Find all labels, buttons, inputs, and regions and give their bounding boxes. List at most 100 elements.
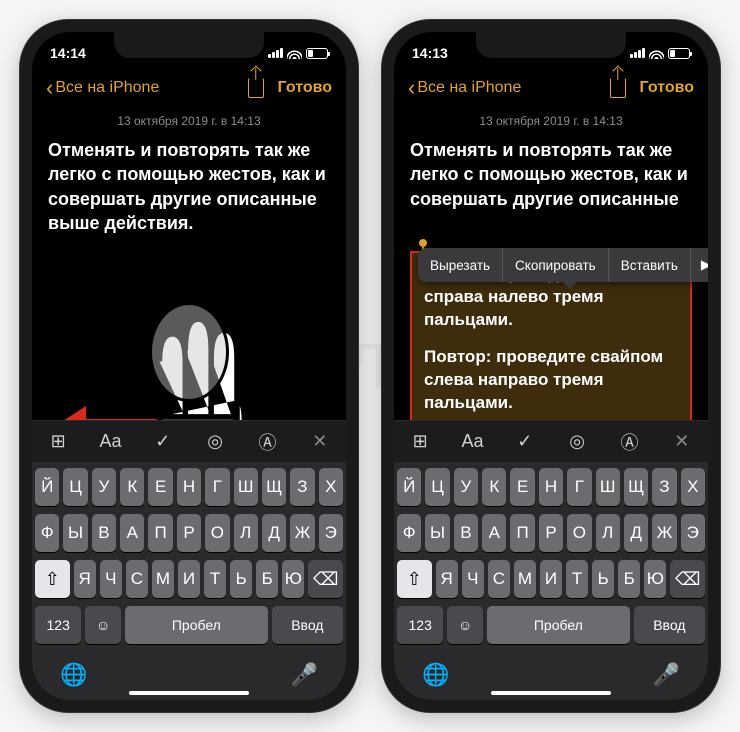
key-Ж[interactable]: Ж <box>290 514 314 552</box>
key-А[interactable]: А <box>120 514 144 552</box>
shift-key[interactable]: ⇧ <box>397 560 432 598</box>
key-С[interactable]: С <box>488 560 510 598</box>
key-И[interactable]: И <box>178 560 200 598</box>
key-Р[interactable]: Р <box>539 514 563 552</box>
mic-icon[interactable]: 🎤 <box>653 662 680 688</box>
camera-icon[interactable]: ◎ <box>199 431 231 452</box>
key-У[interactable]: У <box>454 468 478 506</box>
key-Н[interactable]: Н <box>539 468 563 506</box>
ctx-more-icon[interactable]: ▶ <box>691 248 708 282</box>
home-indicator[interactable] <box>491 691 611 695</box>
key-Щ[interactable]: Щ <box>262 468 286 506</box>
key-П[interactable]: П <box>510 514 534 552</box>
ctx-copy[interactable]: Скопировать <box>503 248 609 282</box>
key-О[interactable]: О <box>205 514 229 552</box>
key-Ц[interactable]: Ц <box>63 468 87 506</box>
key-К[interactable]: К <box>120 468 144 506</box>
key-В[interactable]: В <box>92 514 116 552</box>
home-indicator[interactable] <box>129 691 249 695</box>
key-Р[interactable]: Р <box>177 514 201 552</box>
key-Т[interactable]: Т <box>204 560 226 598</box>
emoji-key[interactable]: ☺ <box>85 606 121 644</box>
enter-key[interactable]: Ввод <box>634 606 705 644</box>
key-М[interactable]: М <box>514 560 536 598</box>
markup-icon[interactable]: Ⓐ <box>251 429 283 455</box>
backspace-key[interactable]: ⌫ <box>670 560 705 598</box>
space-key[interactable]: Пробел <box>487 606 630 644</box>
key-Ы[interactable]: Ы <box>63 514 87 552</box>
key-О[interactable]: О <box>567 514 591 552</box>
markup-icon[interactable]: Ⓐ <box>613 429 645 455</box>
key-Я[interactable]: Я <box>436 560 458 598</box>
key-Я[interactable]: Я <box>74 560 96 598</box>
space-key[interactable]: Пробел <box>125 606 268 644</box>
note-content[interactable]: 13 октября 2019 г. в 14:13 Отменять и по… <box>394 108 708 420</box>
key-Б[interactable]: Б <box>256 560 278 598</box>
key-Э[interactable]: Э <box>319 514 343 552</box>
key-Ь[interactable]: Ь <box>230 560 252 598</box>
key-З[interactable]: З <box>290 468 314 506</box>
key-Б[interactable]: Б <box>618 560 640 598</box>
backspace-key[interactable]: ⌫ <box>308 560 343 598</box>
text-format-icon[interactable]: Aa <box>456 431 488 452</box>
emoji-key[interactable]: ☺ <box>447 606 483 644</box>
key-С[interactable]: С <box>126 560 148 598</box>
ctx-cut[interactable]: Вырезать <box>418 248 503 282</box>
key-В[interactable]: В <box>454 514 478 552</box>
key-Г[interactable]: Г <box>567 468 591 506</box>
key-Ц[interactable]: Ц <box>425 468 449 506</box>
key-Ч[interactable]: Ч <box>100 560 122 598</box>
share-icon[interactable] <box>248 78 264 98</box>
table-icon[interactable]: ⊞ <box>404 431 436 452</box>
key-Ф[interactable]: Ф <box>35 514 59 552</box>
key-Т[interactable]: Т <box>566 560 588 598</box>
key-З[interactable]: З <box>652 468 676 506</box>
key-Й[interactable]: Й <box>35 468 59 506</box>
key-Х[interactable]: Х <box>319 468 343 506</box>
key-Ф[interactable]: Ф <box>397 514 421 552</box>
key-Е[interactable]: Е <box>510 468 534 506</box>
globe-icon[interactable]: 🌐 <box>422 662 449 688</box>
key-Г[interactable]: Г <box>205 468 229 506</box>
key-Х[interactable]: Х <box>681 468 705 506</box>
close-format-icon[interactable]: ✕ <box>304 431 336 452</box>
mic-icon[interactable]: 🎤 <box>291 662 318 688</box>
share-icon[interactable] <box>610 78 626 98</box>
key-П[interactable]: П <box>148 514 172 552</box>
key-Ю[interactable]: Ю <box>282 560 304 598</box>
note-content[interactable]: 13 октября 2019 г. в 14:13 Отменять и по… <box>32 108 346 420</box>
shift-key[interactable]: ⇧ <box>35 560 70 598</box>
numbers-key[interactable]: 123 <box>35 606 81 644</box>
key-И[interactable]: И <box>540 560 562 598</box>
key-Ю[interactable]: Ю <box>644 560 666 598</box>
key-Е[interactable]: Е <box>148 468 172 506</box>
numbers-key[interactable]: 123 <box>397 606 443 644</box>
enter-key[interactable]: Ввод <box>272 606 343 644</box>
close-format-icon[interactable]: ✕ <box>666 431 698 452</box>
key-У[interactable]: У <box>92 468 116 506</box>
checklist-icon[interactable]: ✓ <box>147 431 179 452</box>
key-К[interactable]: К <box>482 468 506 506</box>
key-Ш[interactable]: Ш <box>234 468 258 506</box>
key-Ь[interactable]: Ь <box>592 560 614 598</box>
key-Ч[interactable]: Ч <box>462 560 484 598</box>
key-Д[interactable]: Д <box>262 514 286 552</box>
ctx-paste[interactable]: Вставить <box>609 248 691 282</box>
key-Н[interactable]: Н <box>177 468 201 506</box>
globe-icon[interactable]: 🌐 <box>60 662 87 688</box>
camera-icon[interactable]: ◎ <box>561 431 593 452</box>
key-Ш[interactable]: Ш <box>596 468 620 506</box>
key-Ж[interactable]: Ж <box>652 514 676 552</box>
table-icon[interactable]: ⊞ <box>42 431 74 452</box>
text-format-icon[interactable]: Aa <box>94 431 126 452</box>
back-button[interactable]: ‹ Все на iPhone <box>46 77 159 99</box>
key-Э[interactable]: Э <box>681 514 705 552</box>
done-button[interactable]: Готово <box>278 79 332 97</box>
back-button[interactable]: ‹ Все на iPhone <box>408 77 521 99</box>
key-А[interactable]: А <box>482 514 506 552</box>
key-Ы[interactable]: Ы <box>425 514 449 552</box>
checklist-icon[interactable]: ✓ <box>509 431 541 452</box>
key-Щ[interactable]: Щ <box>624 468 648 506</box>
key-Й[interactable]: Й <box>397 468 421 506</box>
key-М[interactable]: М <box>152 560 174 598</box>
